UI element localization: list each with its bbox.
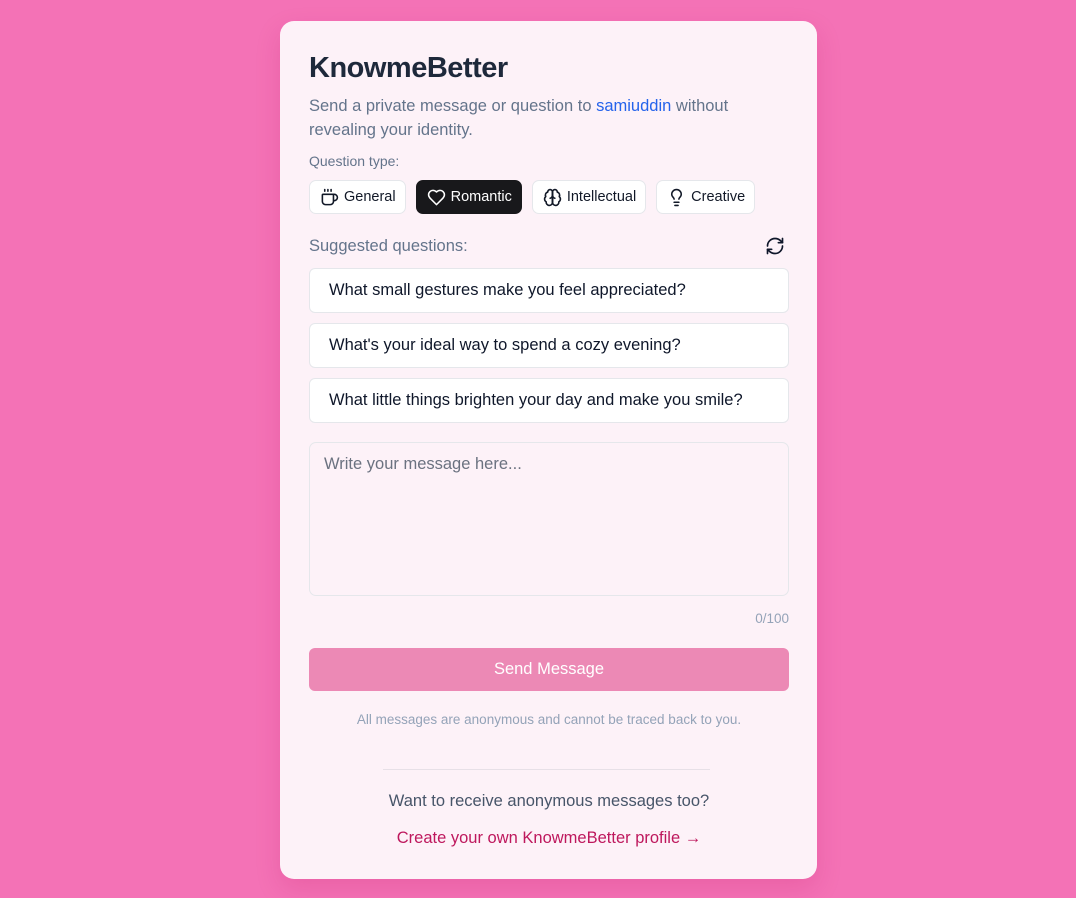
lightbulb-icon <box>667 188 686 207</box>
suggestion-item[interactable]: What small gestures make you feel apprec… <box>309 268 789 313</box>
brain-icon <box>543 188 562 207</box>
suggestion-item[interactable]: What little things brighten your day and… <box>309 378 789 423</box>
type-general-label: General <box>344 189 396 205</box>
type-creative-label: Creative <box>691 189 746 205</box>
create-profile-link[interactable]: Create your own KnowmeBetter profile → <box>309 828 789 848</box>
question-type-label: Question type: <box>309 153 400 169</box>
type-intellectual-label: Intellectual <box>566 189 637 205</box>
send-message-button[interactable]: Send Message <box>309 648 789 691</box>
suggestion-item[interactable]: What's your ideal way to spend a cozy ev… <box>309 323 789 368</box>
anonymity-note: All messages are anonymous and cannot be… <box>356 712 742 727</box>
type-intellectual-button[interactable]: Intellectual <box>531 180 647 214</box>
receive-prompt: Want to receive anonymous messages too? <box>388 792 710 810</box>
refresh-icon[interactable] <box>763 234 787 258</box>
intro-prefix: Send a private message or question to <box>309 97 597 115</box>
type-creative-button[interactable]: Creative <box>656 180 756 214</box>
suggestion-list: What small gestures make you feel apprec… <box>309 268 789 423</box>
message-textarea[interactable] <box>309 442 789 596</box>
suggestions-label: Suggested questions: <box>309 236 468 255</box>
type-romantic-button[interactable]: Romantic <box>415 180 522 214</box>
character-counter: 0/100 <box>755 611 789 626</box>
suggestions-header: Suggested questions: <box>309 234 789 258</box>
type-general-button[interactable]: General <box>309 180 406 214</box>
type-romantic-label: Romantic <box>450 189 512 205</box>
divider <box>382 769 710 770</box>
coffee-icon <box>320 188 339 207</box>
message-card: KnowmeBetter Send a private message or q… <box>280 21 817 879</box>
app-title: KnowmeBetter <box>309 52 508 84</box>
question-type-selector: General Romantic Intellectual Creative <box>309 180 789 214</box>
recipient-username: samiuddin <box>596 97 672 115</box>
intro-text: Send a private message or question to sa… <box>309 94 779 142</box>
heart-icon <box>427 188 446 207</box>
